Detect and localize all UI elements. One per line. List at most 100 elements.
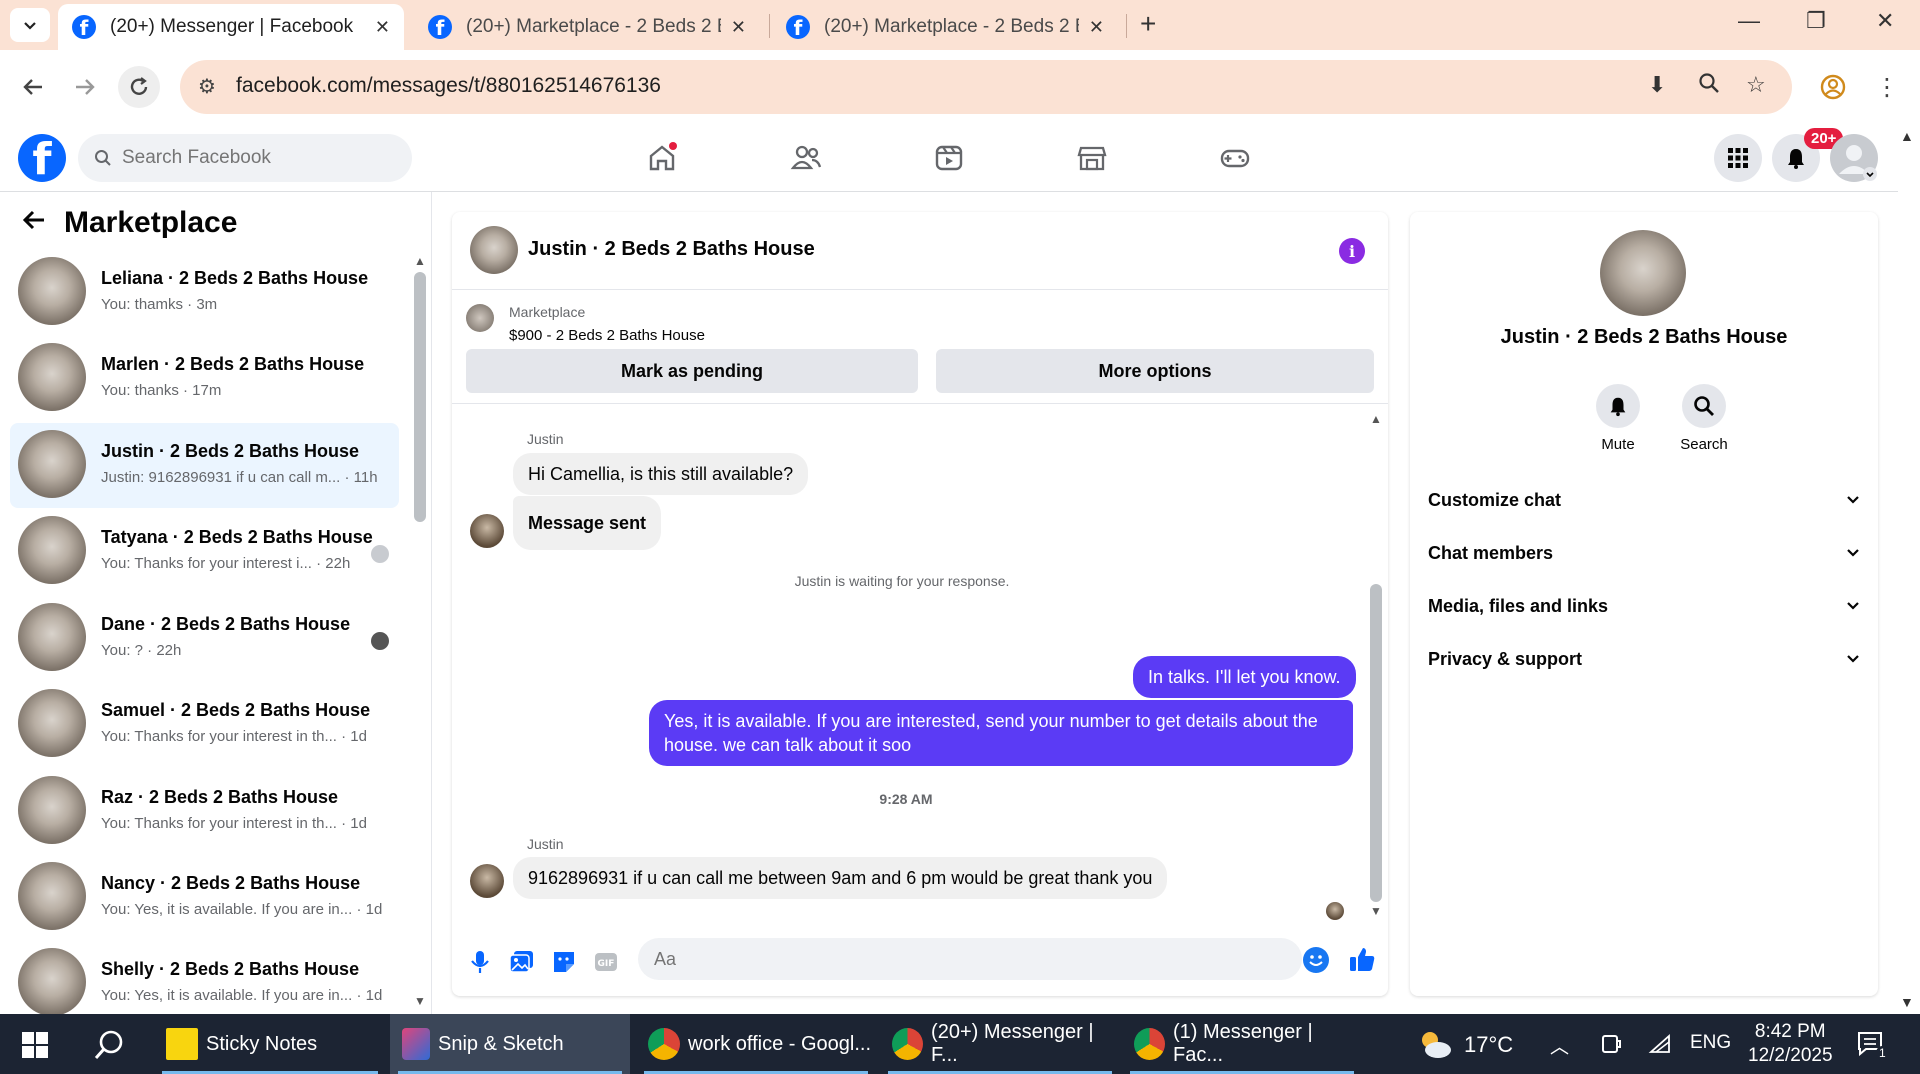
sticker-icon[interactable] [550, 948, 578, 976]
sender-avatar[interactable] [470, 864, 504, 898]
zoom-icon[interactable] [1698, 72, 1720, 100]
row-label: Chat members [1428, 542, 1554, 563]
new-tab-button[interactable]: + [1140, 8, 1156, 40]
listing-thumbnail[interactable] [466, 304, 494, 332]
weather-cloud-sun-icon[interactable] [1414, 1026, 1454, 1062]
reload-icon[interactable] [118, 66, 160, 108]
media-files-links-row[interactable]: Media, files and links [1428, 586, 1860, 626]
taskbar-chrome-messenger[interactable]: (20+) Messenger | F... [880, 1014, 1120, 1074]
taskbar-sticky-notes[interactable]: Sticky Notes [154, 1014, 386, 1074]
search-input[interactable] [122, 147, 382, 169]
conversation-list-panel: Marketplace Leliana · 2 Beds 2 Baths Hou… [0, 192, 432, 1016]
install-app-icon[interactable]: ⬇ [1648, 72, 1666, 98]
like-thumb-icon[interactable] [1348, 945, 1376, 973]
profile-icon[interactable] [1812, 66, 1854, 108]
tray-device-icon[interactable] [1600, 1032, 1622, 1056]
taskbar-clock[interactable]: 8:42 PM 12/2/2025 [1748, 1020, 1833, 1068]
chat-avatar[interactable] [470, 226, 518, 274]
video-icon[interactable] [927, 136, 971, 180]
sender-avatar[interactable] [470, 514, 504, 548]
listing-price-title[interactable]: $900 - 2 Beds 2 Baths House [509, 327, 705, 344]
customize-chat-row[interactable]: Customize chat [1428, 480, 1860, 520]
taskbar-search-icon[interactable] [92, 1028, 126, 1062]
tab-messenger[interactable]: f (20+) Messenger | Facebook ✕ [58, 4, 404, 50]
address-bar[interactable]: ⚙ facebook.com/messages/t/88016251467613… [180, 60, 1792, 114]
incoming-message[interactable]: 9162896931 if u can call me between 9am … [513, 857, 1168, 899]
conversation-preview: Justin: 9162896931 if u can call m... · … [101, 469, 378, 486]
back-arrow-icon[interactable] [22, 207, 46, 239]
tab-search-button[interactable] [10, 8, 50, 42]
message-input[interactable] [638, 938, 1302, 980]
incoming-message-card[interactable]: Message sent [513, 496, 662, 550]
account-avatar[interactable] [1830, 134, 1878, 182]
conversation-item[interactable]: Leliana · 2 Beds 2 Baths House You: tham… [10, 250, 399, 335]
scroll-down-arrow-icon[interactable]: ▼ [1370, 904, 1382, 918]
tray-chevron-up-icon[interactable]: ︿ [1550, 1032, 1569, 1059]
privacy-support-row[interactable]: Privacy & support [1428, 639, 1860, 679]
conversation-item[interactable]: Marlen · 2 Beds 2 Baths House You: thank… [10, 336, 399, 421]
more-options-button[interactable]: More options [936, 349, 1374, 393]
taskbar-chrome-work-office[interactable]: work office - Googl... [636, 1014, 876, 1074]
mark-as-pending-button[interactable]: Mark as pending [466, 349, 918, 393]
weather-temperature[interactable]: 17°C [1464, 1032, 1513, 1058]
restore-icon[interactable]: ❐ [1806, 8, 1826, 34]
chat-title[interactable]: Justin · 2 Beds 2 Baths House [528, 238, 815, 261]
tab-marketplace-1[interactable]: f (20+) Marketplace - 2 Beds 2 Ba ✕ [414, 4, 760, 50]
url-text[interactable]: facebook.com/messages/t/880162514676136 [236, 74, 661, 98]
close-icon[interactable]: ✕ [1089, 17, 1104, 38]
marketplace-label: Marketplace [509, 304, 586, 320]
page-scroll-up-icon[interactable]: ▲ [1900, 128, 1914, 144]
contact-avatar[interactable] [1600, 230, 1686, 316]
microphone-icon[interactable] [466, 948, 494, 976]
close-icon[interactable]: ✕ [731, 17, 746, 38]
facebook-search[interactable] [78, 134, 412, 182]
chat-members-row[interactable]: Chat members [1428, 533, 1860, 573]
back-icon[interactable] [12, 66, 54, 108]
menu-grid-icon[interactable] [1714, 134, 1762, 182]
mute-button[interactable]: Mute [1578, 384, 1658, 453]
taskbar-chrome-messenger-2[interactable]: (1) Messenger | Fac... [1122, 1014, 1362, 1074]
search-in-chat-button[interactable]: Search [1664, 384, 1744, 453]
forward-icon[interactable] [64, 66, 106, 108]
conversation-item[interactable]: Nancy · 2 Beds 2 Baths House You: Yes, i… [10, 855, 399, 940]
read-receipt-avatar [1326, 902, 1344, 920]
conversation-item[interactable]: Tatyana · 2 Beds 2 Baths House You: Than… [10, 509, 399, 594]
tab-marketplace-2[interactable]: f (20+) Marketplace - 2 Beds 2 Ba ✕ [772, 4, 1118, 50]
listing-avatar [18, 603, 86, 671]
conversation-item[interactable]: Dane · 2 Beds 2 Baths House You: ? · 22h [10, 596, 399, 681]
friends-icon[interactable] [784, 136, 828, 180]
taskbar-snip-sketch[interactable]: Snip & Sketch [390, 1014, 630, 1074]
conversation-item[interactable]: Raz · 2 Beds 2 Baths House You: Thanks f… [10, 769, 399, 854]
info-icon[interactable]: i [1339, 238, 1365, 264]
scroll-up-arrow-icon[interactable]: ▲ [1370, 412, 1382, 426]
conversation-item[interactable]: Samuel · 2 Beds 2 Baths House You: Thank… [10, 682, 399, 767]
incoming-message[interactable]: Hi Camellia, is this still available? [513, 453, 809, 495]
home-icon[interactable] [640, 136, 684, 180]
outgoing-message[interactable]: In talks. I'll let you know. [1133, 656, 1356, 698]
facebook-logo-icon[interactable]: f [18, 134, 66, 182]
site-settings-icon[interactable]: ⚙ [198, 74, 216, 99]
gaming-icon[interactable] [1213, 136, 1257, 180]
emoji-icon[interactable] [1303, 947, 1329, 973]
chat-scrollbar[interactable] [1370, 584, 1382, 902]
language-indicator[interactable]: ENG [1690, 1032, 1731, 1054]
wifi-icon[interactable] [1648, 1032, 1672, 1056]
page-scroll-down-icon[interactable]: ▼ [1900, 994, 1914, 1010]
bookmark-star-icon[interactable]: ☆ [1746, 72, 1766, 98]
close-icon[interactable]: ✕ [375, 17, 390, 38]
browser-menu-icon[interactable]: ⋮ [1866, 66, 1908, 108]
marketplace-icon[interactable] [1070, 136, 1114, 180]
conversation-preview: You: Thanks for your interest i... · 22h [101, 555, 351, 572]
mute-label: Mute [1601, 436, 1635, 453]
window-close-icon[interactable]: ✕ [1876, 8, 1894, 34]
photo-attach-icon[interactable] [508, 948, 536, 976]
windows-start-icon[interactable] [22, 1032, 48, 1058]
scroll-up-arrow-icon[interactable]: ▲ [414, 254, 426, 268]
conversation-list-scrollbar[interactable] [414, 272, 426, 522]
gif-icon[interactable]: GIF [592, 948, 620, 976]
chat-panel: Justin · 2 Beds 2 Baths House i Marketpl… [452, 212, 1388, 996]
outgoing-message[interactable]: Yes, it is available. If you are interes… [649, 700, 1353, 766]
scroll-down-arrow-icon[interactable]: ▼ [414, 994, 426, 1008]
conversation-item-active[interactable]: Justin · 2 Beds 2 Baths House Justin: 91… [10, 423, 399, 508]
minimize-icon[interactable]: — [1738, 8, 1760, 34]
